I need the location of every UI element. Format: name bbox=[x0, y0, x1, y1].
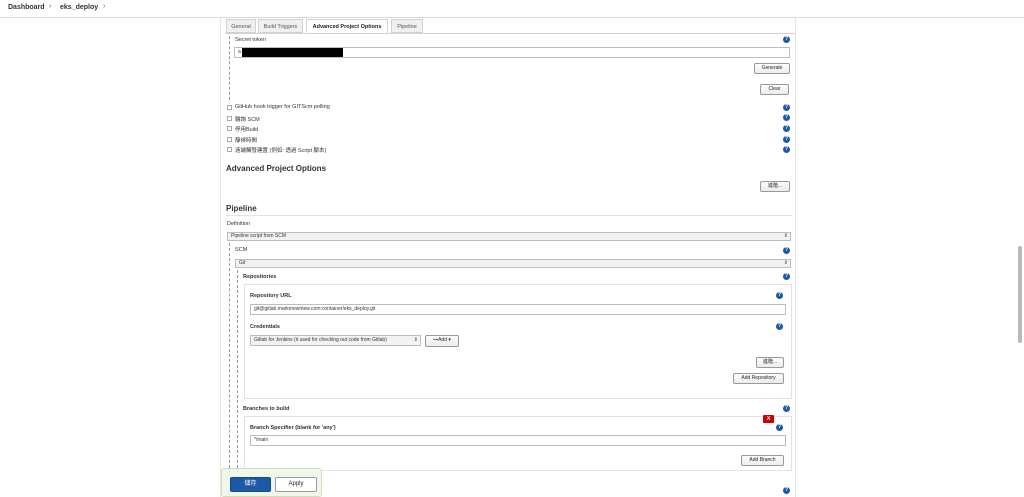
option-label: 停用Build bbox=[235, 127, 259, 133]
help-icon[interactable]: ? bbox=[783, 125, 790, 132]
repositories-label: Repositories bbox=[243, 274, 277, 280]
nesting-guide bbox=[237, 270, 238, 468]
tab-general[interactable]: General bbox=[226, 19, 256, 33]
checkbox-remote-trigger[interactable] bbox=[227, 147, 232, 152]
tab-advanced-project-options[interactable]: Advanced Project Options bbox=[306, 19, 388, 33]
secret-token-input[interactable]: a bbox=[234, 47, 790, 58]
help-icon[interactable]: ? bbox=[783, 146, 790, 153]
tab-build-triggers[interactable]: Build Triggers bbox=[258, 19, 303, 33]
add-credentials-button[interactable]: ⊶Add ▾ bbox=[425, 335, 459, 347]
credentials-select[interactable]: Gitlab for Jenkins (it used for checking… bbox=[250, 335, 421, 346]
branches-label: Branches to build bbox=[243, 406, 290, 412]
help-icon[interactable]: ? bbox=[783, 36, 790, 43]
option-label: 輪詢 SCM bbox=[235, 117, 260, 123]
select-arrow-icon: ⇕ bbox=[783, 260, 788, 266]
credentials-value: Gitlab for Jenkins (it used for checking… bbox=[254, 337, 387, 343]
tab-divider bbox=[225, 33, 795, 34]
definition-label: Definition bbox=[227, 221, 250, 227]
section-heading-pipeline: Pipeline bbox=[226, 204, 257, 213]
masked-token bbox=[242, 48, 343, 57]
credentials-label: Credentials bbox=[250, 324, 280, 330]
save-button[interactable]: 儲存 bbox=[230, 477, 271, 492]
repository-advanced-button[interactable]: 進階... bbox=[756, 357, 784, 368]
clear-button[interactable]: Clear bbox=[760, 84, 789, 95]
secret-token-prefix: a bbox=[238, 49, 241, 55]
checkbox-github-hook[interactable] bbox=[227, 105, 232, 110]
select-arrow-icon: ⇕ bbox=[783, 233, 788, 239]
delete-icon[interactable]: X bbox=[763, 415, 774, 423]
add-repository-button[interactable]: Add Repository bbox=[733, 373, 784, 384]
section-heading-advanced: Advanced Project Options bbox=[226, 164, 327, 173]
breadcrumb-separator[interactable]: › bbox=[49, 3, 51, 10]
help-icon[interactable]: ? bbox=[776, 292, 783, 299]
help-icon[interactable]: ? bbox=[783, 104, 790, 111]
section-divider bbox=[226, 215, 792, 216]
option-label: GitHub hook trigger for GITScm polling bbox=[235, 104, 330, 110]
checkbox-disable-build[interactable] bbox=[227, 126, 232, 131]
branch-specifier-input[interactable]: */main bbox=[250, 435, 786, 446]
option-label: 遠端觸發建置 (例如: 透過 Script 腳本) bbox=[235, 148, 327, 154]
secret-token-label: Secret token bbox=[235, 37, 266, 43]
add-branch-button[interactable]: Add Branch bbox=[741, 455, 784, 466]
select-arrow-icon: ⇕ bbox=[413, 337, 418, 343]
help-icon[interactable]: ? bbox=[776, 323, 783, 330]
scrollbar[interactable] bbox=[1018, 246, 1022, 343]
scm-select[interactable]: Git ⇕ bbox=[235, 259, 791, 268]
repository-url-input[interactable]: git@gitlab.markmewmew.com:container/eks_… bbox=[250, 304, 786, 315]
apply-button[interactable]: Apply bbox=[275, 477, 317, 492]
definition-value: Pipeline script from SCM bbox=[231, 233, 287, 239]
help-icon[interactable]: ? bbox=[783, 405, 790, 412]
generate-button[interactable]: Generate bbox=[754, 63, 790, 74]
breadcrumb-separator[interactable]: › bbox=[103, 3, 105, 10]
checkbox-quiet-period[interactable] bbox=[227, 137, 232, 142]
nesting-guide bbox=[229, 243, 230, 468]
checkbox-poll-scm[interactable] bbox=[227, 116, 232, 121]
help-icon[interactable]: ? bbox=[783, 114, 790, 121]
nesting-guide bbox=[229, 36, 230, 100]
breadcrumb-job[interactable]: eks_deploy bbox=[60, 4, 98, 11]
breadcrumb-dashboard[interactable]: Dashboard bbox=[8, 4, 45, 11]
help-icon[interactable]: ? bbox=[776, 424, 783, 431]
advanced-button[interactable]: 進階... bbox=[760, 181, 790, 192]
breadcrumb: Dashboard › eks_deploy › bbox=[0, 0, 1024, 18]
branch-specifier-label: Branch Specifier (blank for 'any') bbox=[250, 425, 336, 431]
scm-label: SCM bbox=[235, 247, 248, 253]
definition-select[interactable]: Pipeline script from SCM ⇕ bbox=[227, 232, 791, 241]
help-icon[interactable]: ? bbox=[783, 273, 790, 280]
option-label: 靜候時間 bbox=[235, 138, 258, 144]
repository-url-label: Repository URL bbox=[250, 293, 292, 299]
help-icon[interactable]: ? bbox=[783, 487, 790, 494]
help-icon[interactable]: ? bbox=[783, 247, 790, 254]
scm-value: Git bbox=[239, 260, 246, 266]
tab-pipeline[interactable]: Pipeline bbox=[391, 19, 423, 33]
help-icon[interactable]: ? bbox=[783, 136, 790, 143]
